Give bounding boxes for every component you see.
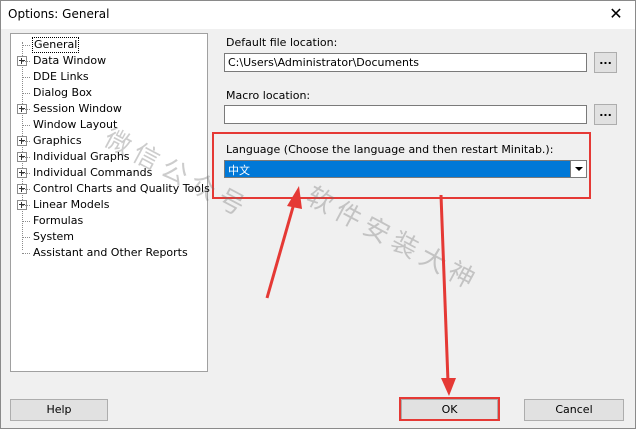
tree-connector xyxy=(22,77,30,78)
tree-item-label: Data Window xyxy=(33,54,107,67)
close-icon[interactable]: ✕ xyxy=(605,4,627,24)
tree-connector xyxy=(22,93,30,94)
tree-item-label: General xyxy=(32,37,80,53)
tree-item-label: Dialog Box xyxy=(33,86,92,99)
tree-connector xyxy=(22,125,30,126)
tree-item-label: Graphics xyxy=(33,134,82,147)
tree-item-label: Individual Commands xyxy=(33,166,153,179)
help-button[interactable]: Help xyxy=(10,399,108,421)
title-bar: Options: General ✕ xyxy=(1,1,635,29)
tree-item-label: DDE Links xyxy=(33,70,89,83)
browse-default-location-button[interactable]: ... xyxy=(594,52,617,73)
macro-location-label: Macro location: xyxy=(226,89,311,102)
default-location-field[interactable]: C:\Users\Administrator\Documents xyxy=(224,53,587,72)
tree-connector xyxy=(22,237,30,238)
cancel-button[interactable]: Cancel xyxy=(524,399,624,421)
category-tree[interactable]: General Data Window DDE Links Dialog Box Ses… xyxy=(10,33,210,372)
tree-connector xyxy=(22,221,30,222)
tree-connector xyxy=(22,61,30,62)
tree-item-label: Individual Graphs xyxy=(33,150,130,163)
tree-connector xyxy=(22,253,30,254)
browse-macro-location-button[interactable]: ... xyxy=(594,104,617,125)
tree-item-label: Control Charts and Quality Tools xyxy=(33,182,210,195)
ok-button[interactable]: OK xyxy=(401,399,498,421)
tree-connector xyxy=(22,109,30,110)
dialog-title: Options: General xyxy=(8,7,110,21)
tree-connector xyxy=(22,45,30,46)
tree-item-label: Linear Models xyxy=(33,198,110,211)
tree-item-label: Session Window xyxy=(33,102,122,115)
tree-connector xyxy=(22,189,30,190)
tree-connector xyxy=(22,157,30,158)
tree-item-label: Window Layout xyxy=(33,118,118,131)
macro-location-field[interactable] xyxy=(224,105,587,124)
tree-item-label: System xyxy=(33,230,75,243)
tree-guide-line xyxy=(22,42,23,250)
tree-connector xyxy=(22,205,30,206)
language-highlight-box xyxy=(212,132,591,199)
tree-connector xyxy=(22,141,30,142)
tree-item-label: Formulas xyxy=(33,214,84,227)
default-location-label: Default file location: xyxy=(226,36,338,49)
tree-connector xyxy=(22,173,30,174)
tree-item-label: Assistant and Other Reports xyxy=(33,246,188,259)
